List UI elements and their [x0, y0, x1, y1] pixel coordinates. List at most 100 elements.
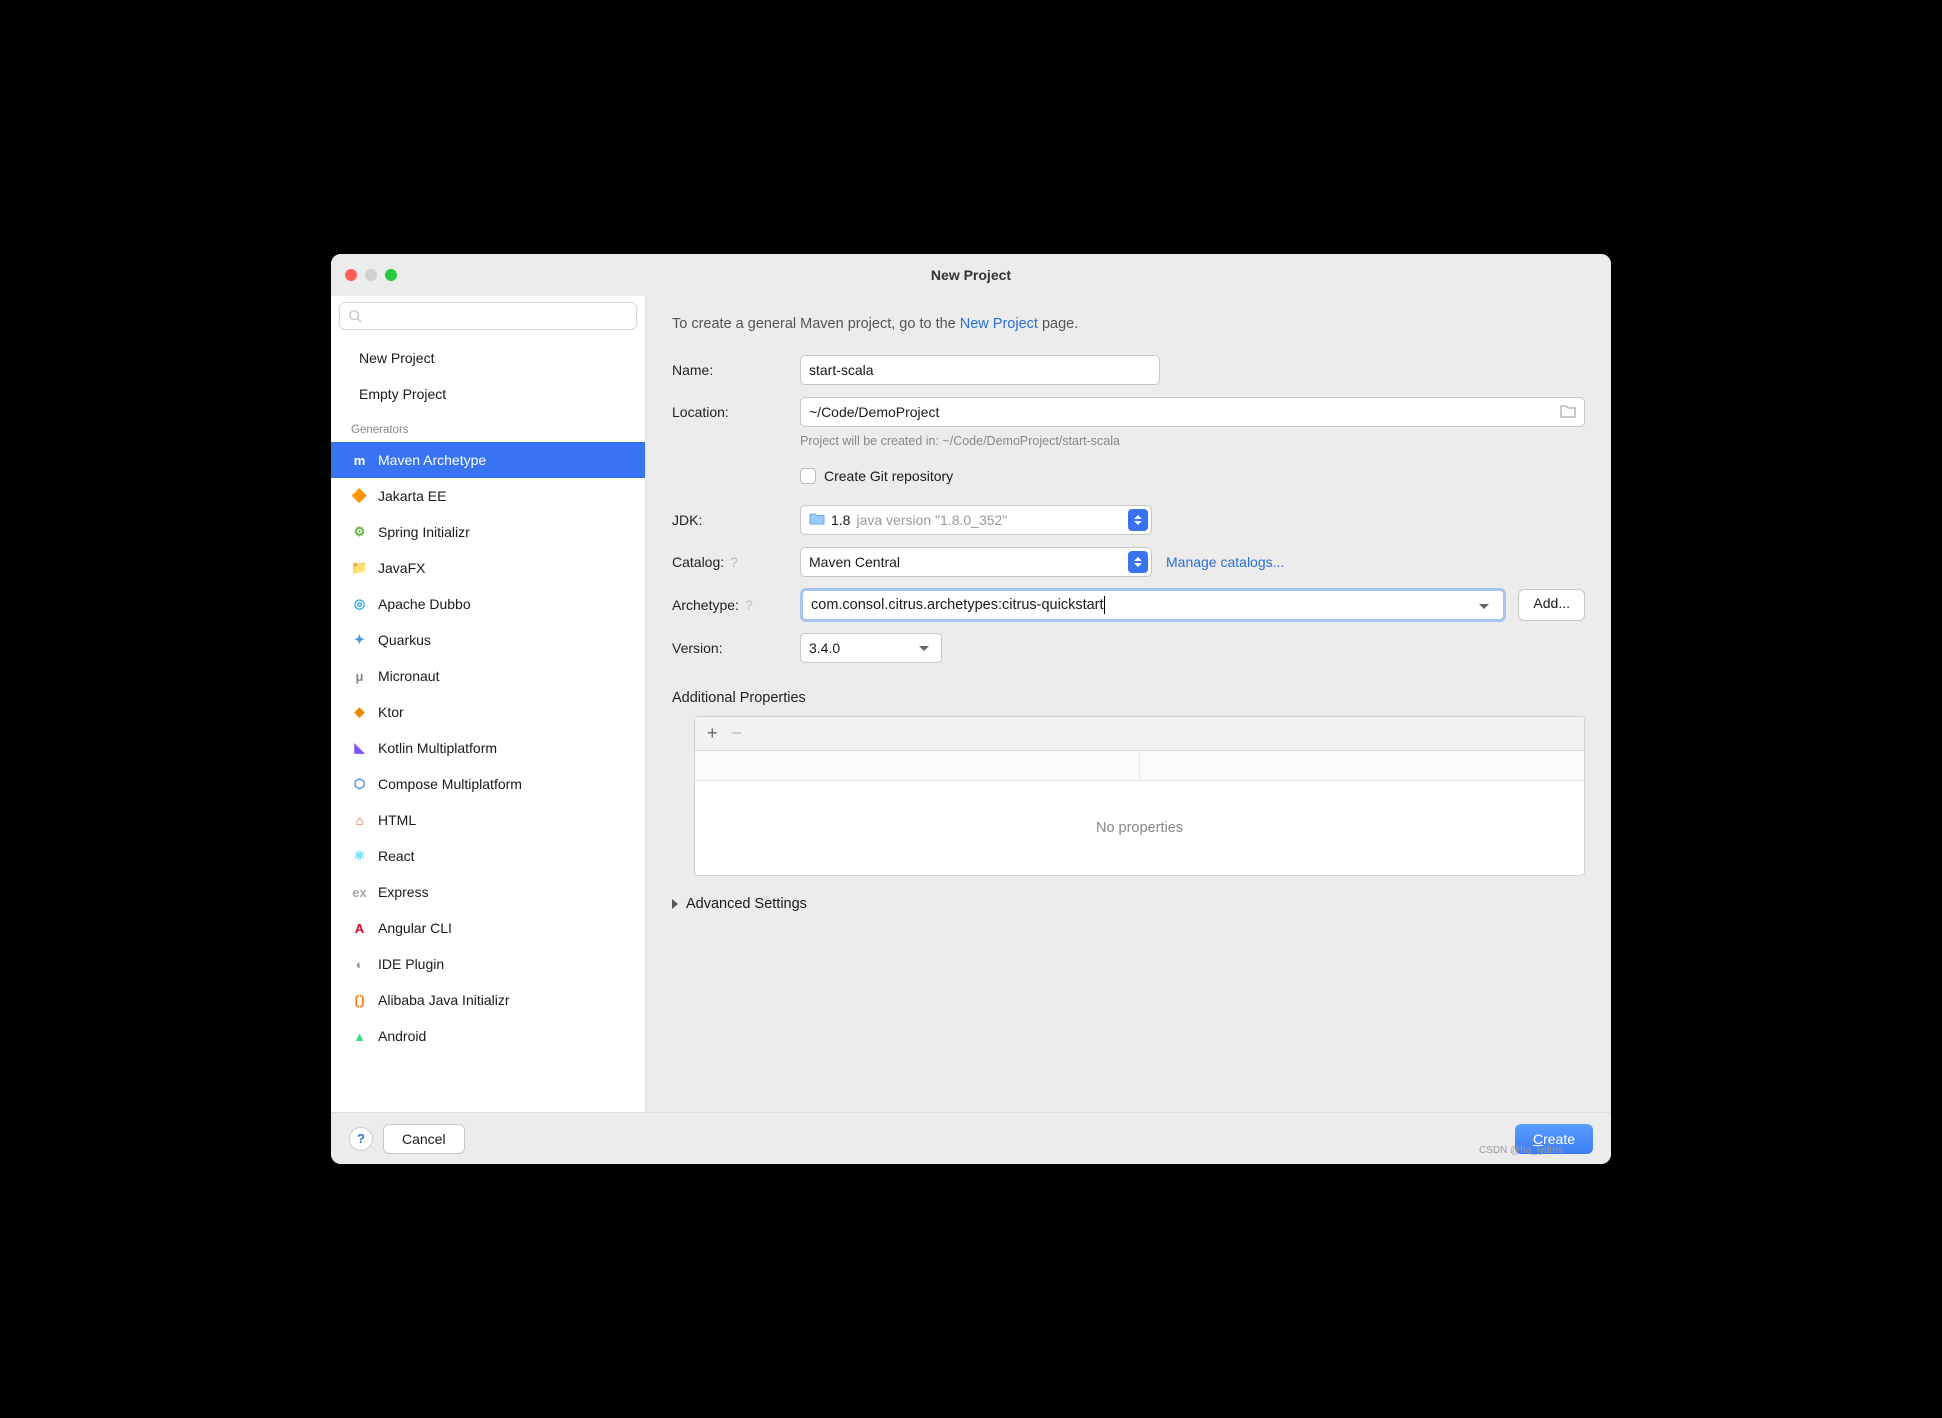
apache-dubbo-icon: ◎	[351, 596, 368, 613]
jdk-label: JDK:	[672, 512, 800, 528]
maximize-window-button[interactable]	[385, 269, 397, 281]
main-panel: To create a general Maven project, go to…	[646, 296, 1611, 1112]
browse-folder-icon[interactable]	[1560, 404, 1576, 421]
additional-properties-title: Additional Properties	[672, 690, 1585, 706]
express-icon: ex	[351, 884, 368, 901]
ktor-icon: ◆	[351, 704, 368, 721]
sidebar-item-micronaut[interactable]: μ Micronaut	[331, 658, 645, 694]
html-icon: ⌂	[351, 812, 368, 829]
add-archetype-button[interactable]: Add...	[1518, 589, 1585, 621]
sidebar-item-label: Micronaut	[378, 668, 439, 684]
sidebar-item-label: Kotlin Multiplatform	[378, 740, 497, 756]
table-header	[695, 751, 1584, 781]
sidebar-item-empty-project[interactable]: Empty Project	[331, 376, 645, 412]
alibaba-java-initializr-icon: 〔〕	[351, 992, 368, 1009]
react-icon: ⚛	[351, 848, 368, 865]
sidebar-item-label: Express	[378, 884, 429, 900]
dropdown-arrows-icon	[1128, 551, 1148, 573]
new-project-link[interactable]: New Project	[960, 316, 1038, 332]
location-label: Location:	[672, 404, 800, 420]
folder-icon	[809, 512, 825, 528]
titlebar: New Project	[331, 254, 1611, 296]
name-label: Name:	[672, 362, 800, 378]
intro-text: To create a general Maven project, go to…	[672, 316, 1585, 332]
sidebar: New ProjectEmpty ProjectGenerators m Maven…	[331, 296, 646, 1112]
compose-multiplatform-icon: ⬡	[351, 776, 368, 793]
micronaut-icon: μ	[351, 668, 368, 685]
help-icon[interactable]: ?	[745, 597, 753, 613]
sidebar-item-label: Android	[378, 1028, 426, 1044]
sidebar-item-label: Alibaba Java Initializr	[378, 992, 510, 1008]
ide-plugin-icon: ◐	[351, 956, 368, 973]
sidebar-item-label: HTML	[378, 812, 416, 828]
help-button[interactable]: ?	[349, 1127, 373, 1151]
new-project-dialog: New Project New ProjectEmpty ProjectGene…	[331, 254, 1611, 1164]
sidebar-item-kotlin-multiplatform[interactable]: ◣ Kotlin Multiplatform	[331, 730, 645, 766]
sidebar-item-label: Apache Dubbo	[378, 596, 471, 612]
javafx-icon: 📁	[351, 560, 368, 577]
sidebar-item-quarkus[interactable]: ✦Quarkus	[331, 622, 645, 658]
add-property-button[interactable]: +	[707, 723, 718, 744]
sidebar-item-maven-archetype[interactable]: m Maven Archetype	[331, 442, 645, 478]
version-select[interactable]: 3.4.0	[800, 633, 942, 663]
chevron-down-icon	[1479, 604, 1489, 609]
sidebar-item-alibaba-java-initializr[interactable]: 〔〕 Alibaba Java Initializr	[331, 982, 645, 1018]
kotlin-multiplatform-icon: ◣	[351, 740, 368, 757]
sidebar-item-express[interactable]: ex Express	[331, 874, 645, 910]
advanced-settings-toggle[interactable]: Advanced Settings	[672, 896, 1585, 912]
name-input[interactable]: start-scala	[800, 355, 1160, 385]
chevron-down-icon	[919, 646, 929, 651]
search-input[interactable]	[339, 302, 637, 330]
archetype-input[interactable]: com.consol.citrus.archetypes:citrus-quic…	[800, 588, 1506, 622]
sidebar-item-compose-multiplatform[interactable]: ⬡ Compose Multiplatform	[331, 766, 645, 802]
sidebar-item-angular-cli[interactable]: A Angular CLI	[331, 910, 645, 946]
sidebar-item-label: Ktor	[378, 704, 404, 720]
sidebar-item-ide-plugin[interactable]: ◐ IDE Plugin	[331, 946, 645, 982]
text-cursor	[1104, 596, 1105, 614]
jdk-select[interactable]: 1.8 java version "1.8.0_352"	[800, 505, 1152, 535]
sidebar-item-label: Angular CLI	[378, 920, 452, 936]
sidebar-item-android[interactable]: ▲ Android	[331, 1018, 645, 1054]
sidebar-item-javafx[interactable]: 📁 JavaFX	[331, 550, 645, 586]
sidebar-item-spring-initializr[interactable]: ⚙Spring Initializr	[331, 514, 645, 550]
angular-cli-icon: A	[351, 920, 368, 937]
git-checkbox-label: Create Git repository	[824, 468, 953, 484]
close-window-button[interactable]	[345, 269, 357, 281]
sidebar-item-ktor[interactable]: ◆ Ktor	[331, 694, 645, 730]
help-icon[interactable]: ?	[730, 554, 738, 570]
dialog-footer: ? Cancel Create	[331, 1112, 1611, 1164]
sidebar-item-label: Compose Multiplatform	[378, 776, 522, 792]
archetype-label: Archetype: ?	[672, 597, 800, 613]
generators-section-label: Generators	[331, 412, 645, 442]
android-icon: ▲	[351, 1028, 368, 1045]
minimize-window-button[interactable]	[365, 269, 377, 281]
catalog-select[interactable]: Maven Central	[800, 547, 1152, 577]
chevron-right-icon	[672, 899, 678, 909]
sidebar-item-label: Spring Initializr	[378, 524, 470, 540]
location-hint: Project will be created in: ~/Code/DemoP…	[800, 434, 1585, 448]
maven-archetype-icon: m	[351, 452, 368, 469]
jakarta-ee-icon: 🔶	[351, 488, 368, 505]
sidebar-item-html[interactable]: ⌂ HTML	[331, 802, 645, 838]
sidebar-item-apache-dubbo[interactable]: ◎ Apache Dubbo	[331, 586, 645, 622]
sidebar-item-jakarta-ee[interactable]: 🔶Jakarta EE	[331, 478, 645, 514]
manage-catalogs-link[interactable]: Manage catalogs...	[1166, 554, 1284, 570]
location-input[interactable]: ~/Code/DemoProject	[800, 397, 1585, 427]
sidebar-item-react[interactable]: ⚛ React	[331, 838, 645, 874]
no-properties-label: No properties	[695, 781, 1584, 875]
cancel-button[interactable]: Cancel	[383, 1124, 465, 1154]
dialog-title: New Project	[345, 267, 1597, 283]
sidebar-item-label: IDE Plugin	[378, 956, 444, 972]
sidebar-item-new-project[interactable]: New Project	[331, 340, 645, 376]
search-icon	[348, 309, 362, 323]
catalog-label: Catalog: ?	[672, 554, 800, 570]
watermark: CSDN @ha_lydms	[1479, 1145, 1563, 1156]
git-checkbox[interactable]	[800, 468, 816, 484]
window-controls	[345, 269, 397, 281]
sidebar-item-label: JavaFX	[378, 560, 425, 576]
sidebar-item-label: Maven Archetype	[378, 452, 486, 468]
additional-properties-table: + − No properties	[694, 716, 1585, 876]
quarkus-icon: ✦	[351, 632, 368, 649]
sidebar-item-label: React	[378, 848, 415, 864]
remove-property-button[interactable]: −	[732, 723, 743, 744]
